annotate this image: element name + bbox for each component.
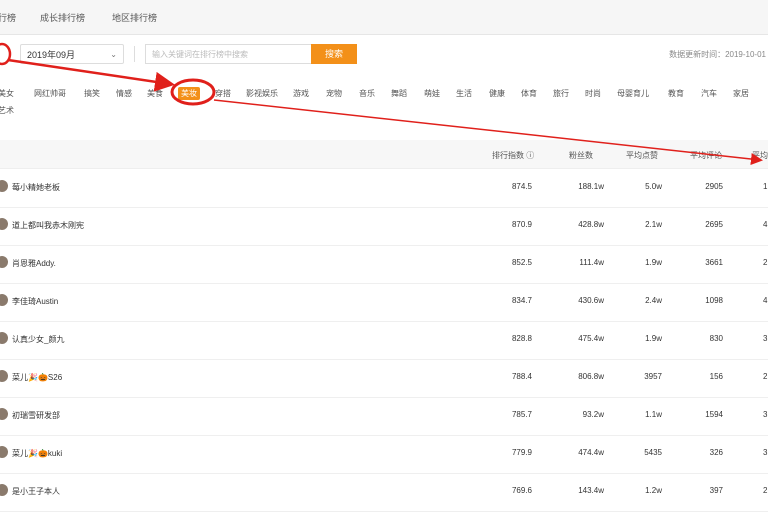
annotation-overlay [0, 42, 763, 165]
annotation-arrow [7, 58, 175, 92]
annotation-arrow [213, 99, 763, 165]
highlight-circle-category [170, 78, 216, 106]
